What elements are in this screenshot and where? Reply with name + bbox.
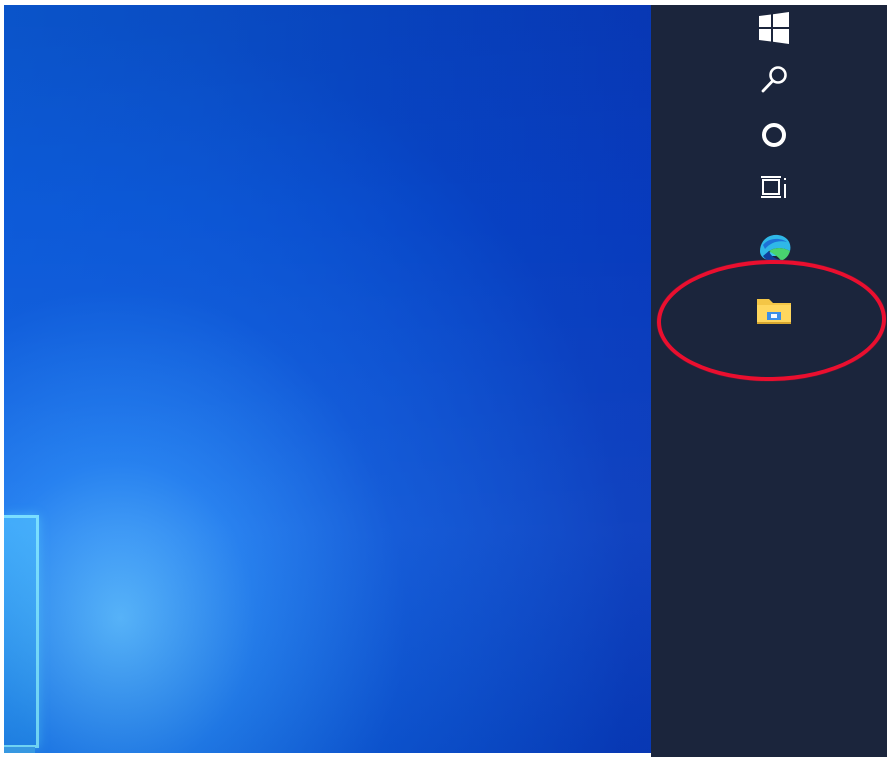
windows-logo-icon [759, 12, 789, 44]
cortana-button[interactable] [755, 116, 793, 154]
desktop-screenshot [0, 0, 888, 758]
circle-icon [762, 123, 786, 147]
start-button[interactable] [755, 9, 793, 47]
search-button[interactable] [755, 61, 793, 99]
open-window-edge[interactable] [4, 515, 39, 748]
task-view-icon [761, 176, 786, 198]
open-window-bottom-edge [4, 747, 35, 753]
task-view-button[interactable] [755, 168, 793, 206]
desktop-wallpaper[interactable] [4, 5, 651, 753]
search-icon [761, 66, 787, 93]
